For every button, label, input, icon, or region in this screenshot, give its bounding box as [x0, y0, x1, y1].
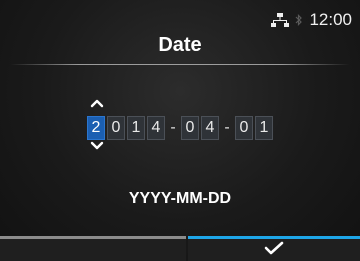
date-separator: - [170, 119, 176, 136]
title-divider [10, 64, 350, 65]
left-softkey-button[interactable] [0, 236, 186, 261]
month-digit-2[interactable]: 4 [201, 116, 219, 140]
date-separator: - [224, 119, 230, 136]
chevron-up-icon[interactable] [90, 98, 104, 108]
day-digit-2[interactable]: 1 [255, 116, 273, 140]
page-title: Date [158, 34, 202, 56]
screen: 12:00 Date 2 0 1 4 - 0 4 - 0 1 YYYY-MM-D… [0, 0, 360, 261]
year-digit-4[interactable]: 4 [147, 116, 165, 140]
softkey-bar [0, 236, 360, 261]
chevron-down-icon[interactable] [90, 141, 104, 151]
check-icon [264, 241, 284, 260]
confirm-button[interactable] [188, 236, 360, 261]
year-digit-2[interactable]: 0 [107, 116, 125, 140]
month-digit-1[interactable]: 0 [181, 116, 199, 140]
bluetooth-icon [295, 13, 303, 27]
date-format-label: YYYY-MM-DD [128, 190, 232, 207]
clock-time: 12:00 [309, 10, 352, 29]
network-icon [271, 13, 290, 27]
date-input[interactable]: 2 0 1 4 - 0 4 - 0 1 [87, 116, 275, 140]
status-bar: 12:00 [271, 10, 352, 30]
year-digit-1[interactable]: 2 [87, 116, 105, 140]
year-digit-3[interactable]: 1 [127, 116, 145, 140]
day-digit-1[interactable]: 0 [235, 116, 253, 140]
